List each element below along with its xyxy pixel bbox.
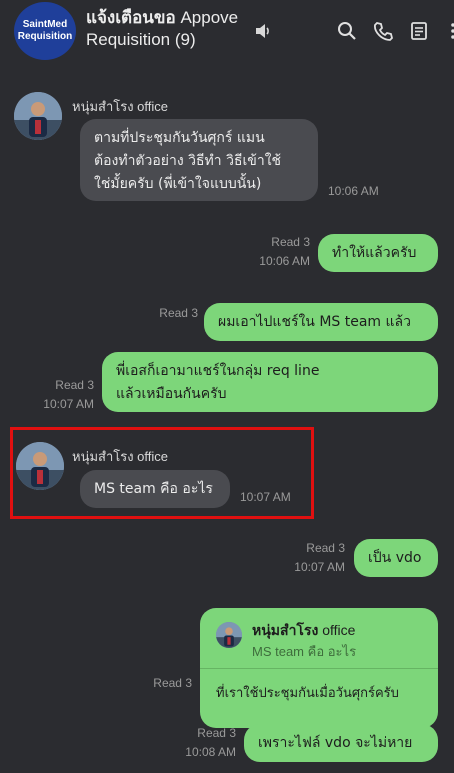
message-text: ที่เราใช้ประชุมกันเมื่อวันศุกร์ครับ bbox=[216, 685, 399, 700]
message-text: ผมเอาไปแชร์ใน MS team แล้ว bbox=[218, 314, 411, 330]
quoted-message[interactable]: MS team คือ อะไร bbox=[252, 641, 356, 662]
read-receipt: Read 3 bbox=[55, 378, 94, 392]
sender-avatar[interactable] bbox=[14, 92, 62, 140]
message-bubble-outgoing[interactable]: ทำให้แล้วครับ bbox=[318, 234, 438, 272]
highlight-box bbox=[10, 427, 314, 519]
message-time: 10:08 AM bbox=[185, 745, 236, 759]
sender-name: หนุ่มสำโรง office bbox=[72, 99, 169, 114]
chat-title-thai: แจ้งเตือนขอ bbox=[86, 8, 176, 27]
message-time: 10:06 AM bbox=[328, 184, 379, 198]
message-bubble-outgoing[interactable]: ผมเอาไปแชร์ใน MS team แล้ว bbox=[204, 303, 438, 341]
read-receipt: Read 3 bbox=[153, 676, 192, 690]
message-line: ต้องทำตัวอย่าง วิธีทำ วิธีเข้าใช้ bbox=[94, 153, 282, 169]
search-icon[interactable] bbox=[336, 20, 358, 42]
quoted-sender-name[interactable]: หนุ่มสำโรง office bbox=[252, 620, 355, 642]
more-icon[interactable] bbox=[442, 20, 454, 42]
speaker-icon[interactable] bbox=[252, 20, 274, 42]
quoted-sender-name-suffix: office bbox=[318, 622, 356, 638]
message-line: พี่เอสก็เอามาแชร์ในกลุ่ม req line bbox=[116, 363, 320, 379]
chat-header: SaintMed Requisition แจ้งเตือนขอ Appove … bbox=[0, 0, 454, 64]
read-receipt: Read 3 bbox=[271, 235, 310, 249]
notes-icon[interactable] bbox=[408, 20, 430, 42]
message-line: ตามที่ประชุมกันวันศุกร์ แมน bbox=[94, 130, 265, 146]
message-line: ใช่มั้ยครับ (พี่เข้าใจแบบนั้น) bbox=[94, 176, 262, 192]
phone-icon[interactable] bbox=[372, 20, 394, 42]
message-bubble-outgoing[interactable]: พี่เอสก็เอามาแชร์ในกลุ่ม req line แล้วเห… bbox=[102, 352, 438, 412]
message-text: เพราะไฟล์ vdo จะไม่หาย bbox=[258, 735, 413, 751]
message-bubble-outgoing[interactable]: เป็น vdo bbox=[354, 539, 438, 577]
message-time: 10:06 AM bbox=[259, 254, 310, 268]
group-avatar-line-1: SaintMed bbox=[22, 19, 68, 30]
message-text: เป็น vdo bbox=[368, 550, 422, 566]
quoted-sender-name-thai: หนุ่มสำโรง bbox=[252, 622, 319, 638]
message-time: 10:07 AM bbox=[294, 560, 345, 574]
message-text: ทำให้แล้วครับ bbox=[332, 245, 417, 261]
message-line: แล้วเหมือนกันครับ bbox=[116, 386, 227, 402]
quoted-sender-avatar bbox=[216, 622, 242, 648]
read-receipt: Read 3 bbox=[306, 541, 345, 555]
reply-divider bbox=[200, 668, 438, 669]
read-receipt: Read 3 bbox=[159, 306, 198, 320]
group-avatar[interactable]: SaintMed Requisition bbox=[14, 2, 76, 60]
chat-title[interactable]: แจ้งเตือนขอ Appove Requisition (9) bbox=[86, 7, 256, 51]
message-time: 10:07 AM bbox=[43, 397, 94, 411]
message-bubble-outgoing[interactable]: เพราะไฟล์ vdo จะไม่หาย bbox=[244, 724, 438, 762]
read-receipt: Read 3 bbox=[197, 726, 236, 740]
message-bubble-incoming[interactable]: ตามที่ประชุมกันวันศุกร์ แมน ต้องทำตัวอย่… bbox=[80, 119, 318, 201]
message-list[interactable]: หนุ่มสำโรง office ตามที่ประชุมกันวันศุกร… bbox=[0, 64, 454, 773]
reply-message-bubble[interactable]: หนุ่มสำโรง office MS team คือ อะไร ที่เร… bbox=[200, 608, 438, 728]
group-avatar-line-2: Requisition bbox=[17, 31, 73, 42]
